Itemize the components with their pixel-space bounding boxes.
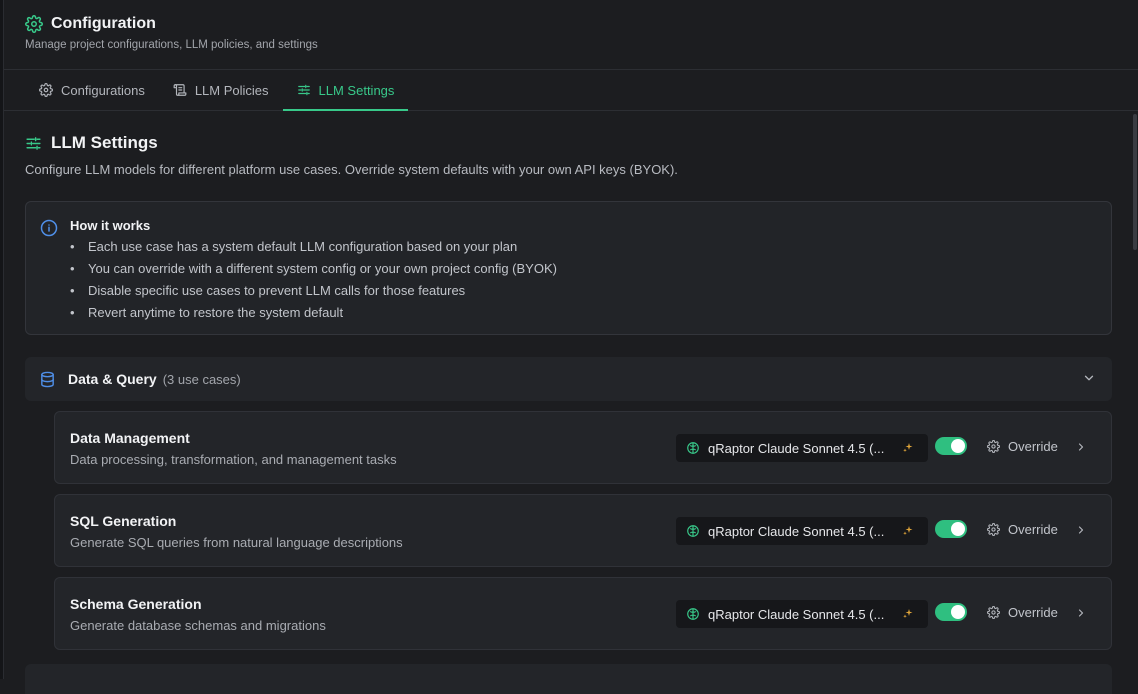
next-group-header[interactable] bbox=[25, 664, 1112, 694]
use-case-sql-generation: SQL Generation Generate SQL queries from… bbox=[54, 494, 1112, 567]
tab-llm-settings[interactable]: LLM Settings bbox=[282, 70, 409, 111]
chevron-down-icon[interactable] bbox=[1082, 371, 1096, 385]
list-item: Disable specific use cases to prevent LL… bbox=[70, 281, 557, 303]
section-heading: LLM Settings bbox=[25, 133, 158, 153]
use-case-data-management: Data Management Data processing, transfo… bbox=[54, 411, 1112, 484]
chevron-right-icon[interactable] bbox=[1075, 524, 1087, 536]
brain-icon bbox=[686, 524, 700, 538]
section-description: Configure LLM models for different platf… bbox=[25, 162, 678, 177]
gear-icon bbox=[987, 606, 1000, 619]
list-item: Revert anytime to restore the system def… bbox=[70, 303, 557, 325]
sliders-icon bbox=[297, 83, 311, 97]
tab-label: LLM Settings bbox=[318, 82, 395, 98]
info-icon bbox=[40, 219, 58, 237]
gear-icon bbox=[987, 440, 1000, 453]
enable-toggle[interactable] bbox=[935, 520, 967, 538]
model-selector[interactable]: qRaptor Claude Sonnet 4.5 (... bbox=[676, 600, 928, 628]
use-case-description: Generate SQL queries from natural langua… bbox=[70, 535, 403, 550]
override-label: Override bbox=[1008, 522, 1058, 537]
page-header: Configuration Manage project configurati… bbox=[4, 0, 1138, 70]
sparkle-icon bbox=[902, 525, 914, 537]
chevron-right-icon[interactable] bbox=[1075, 607, 1087, 619]
database-icon bbox=[39, 371, 56, 388]
enable-toggle[interactable] bbox=[935, 437, 967, 455]
header-title-row: Configuration bbox=[25, 15, 156, 33]
chevron-right-icon[interactable] bbox=[1075, 441, 1087, 453]
override-button[interactable]: Override bbox=[987, 439, 1058, 454]
sparkle-icon bbox=[902, 608, 914, 620]
model-name: qRaptor Claude Sonnet 4.5 (... bbox=[708, 523, 885, 539]
use-case-description: Data processing, transformation, and man… bbox=[70, 452, 397, 467]
gear-icon bbox=[25, 15, 43, 33]
enable-toggle[interactable] bbox=[935, 603, 967, 621]
sliders-icon bbox=[25, 135, 42, 152]
page-subtitle: Manage project configurations, LLM polic… bbox=[25, 39, 318, 51]
info-list: Each use case has a system default LLM c… bbox=[70, 237, 557, 325]
override-label: Override bbox=[1008, 605, 1058, 620]
override-button[interactable]: Override bbox=[987, 605, 1058, 620]
gear-icon bbox=[39, 83, 53, 97]
model-selector[interactable]: qRaptor Claude Sonnet 4.5 (... bbox=[676, 434, 928, 462]
scroll-icon bbox=[173, 83, 187, 97]
brain-icon bbox=[686, 441, 700, 455]
model-selector[interactable]: qRaptor Claude Sonnet 4.5 (... bbox=[676, 517, 928, 545]
scrollbar[interactable] bbox=[1132, 110, 1138, 679]
group-count: (3 use cases) bbox=[162, 371, 241, 387]
tab-label: Configurations bbox=[61, 82, 145, 98]
list-item: Each use case has a system default LLM c… bbox=[70, 237, 557, 259]
toggle-knob bbox=[951, 522, 965, 536]
group-title: Data & Query bbox=[68, 371, 157, 387]
how-it-works-box: How it works Each use case has a system … bbox=[25, 201, 1112, 335]
use-case-schema-generation: Schema Generation Generate database sche… bbox=[54, 577, 1112, 650]
toggle-knob bbox=[951, 439, 965, 453]
page-title: Configuration bbox=[51, 15, 156, 32]
tab-bar: Configurations LLM Policies LLM Settings bbox=[4, 70, 1138, 111]
list-item: You can override with a different system… bbox=[70, 259, 557, 281]
tab-configurations[interactable]: Configurations bbox=[25, 70, 159, 110]
override-button[interactable]: Override bbox=[987, 522, 1058, 537]
tab-llm-policies[interactable]: LLM Policies bbox=[159, 70, 283, 110]
section-title: LLM Settings bbox=[51, 133, 158, 152]
group-header-data-query[interactable]: Data & Query (3 use cases) bbox=[25, 357, 1112, 401]
brain-icon bbox=[686, 607, 700, 621]
use-case-name: SQL Generation bbox=[70, 513, 177, 529]
tab-label: LLM Policies bbox=[194, 82, 269, 98]
sparkle-icon bbox=[902, 442, 914, 454]
scroll-thumb[interactable] bbox=[1133, 114, 1137, 250]
use-case-name: Data Management bbox=[70, 430, 190, 446]
override-label: Override bbox=[1008, 439, 1058, 454]
use-case-name: Schema Generation bbox=[70, 596, 202, 612]
toggle-knob bbox=[951, 605, 965, 619]
use-case-description: Generate database schemas and migrations bbox=[70, 618, 326, 633]
info-title: How it works bbox=[70, 218, 151, 233]
model-name: qRaptor Claude Sonnet 4.5 (... bbox=[708, 606, 885, 622]
model-name: qRaptor Claude Sonnet 4.5 (... bbox=[708, 440, 885, 456]
gear-icon bbox=[987, 523, 1000, 536]
